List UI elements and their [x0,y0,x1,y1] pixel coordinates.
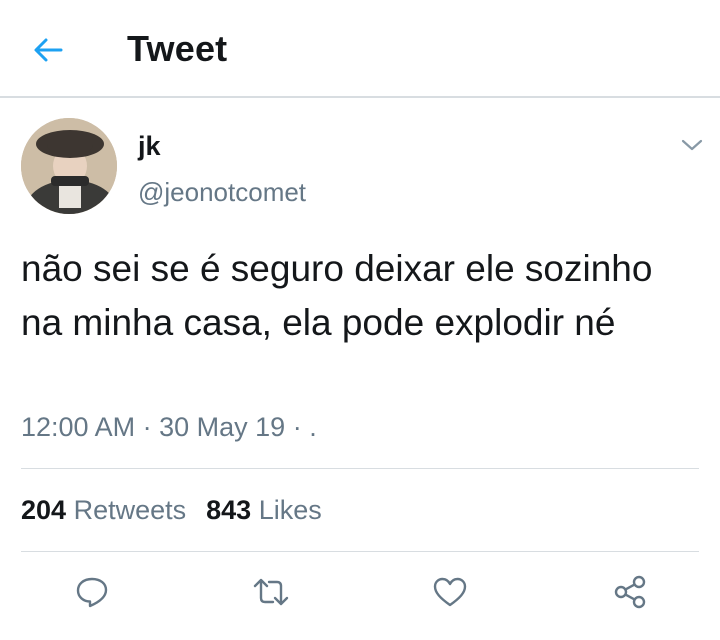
heart-icon [433,577,467,607]
tweet-stats: 204 Retweets 843 Likes [21,495,322,526]
share-button[interactable] [610,572,650,612]
likes-stat[interactable]: 843 Likes [206,495,322,525]
tweet-date: 30 May 19 [159,412,286,442]
retweet-button[interactable] [251,572,291,612]
like-label: Likes [258,495,322,525]
author-name[interactable]: jk [138,131,161,162]
retweets-stat[interactable]: 204 Retweets [21,495,186,525]
tweet-text: não sei se é seguro deixar ele sozinho n… [21,248,653,343]
retweet-count: 204 [21,495,67,525]
meta-separator-2: · [292,412,302,442]
tweet-menu-button[interactable] [678,134,706,156]
back-button[interactable] [28,30,68,70]
page-title: Tweet [127,28,228,69]
like-count: 843 [206,495,252,525]
meta-separator: · [142,412,152,442]
top-bar: Tweet [0,0,720,98]
divider [21,551,699,552]
retweet-icon [253,578,289,606]
tweet-time: 12:00 AM [21,412,136,442]
reply-icon [76,577,108,608]
reply-button[interactable] [72,572,112,612]
retweet-label: Retweets [73,495,187,525]
divider [21,468,699,469]
avatar[interactable] [21,118,117,214]
share-icon [614,575,646,609]
tweet-source[interactable]: . [309,412,317,442]
tweet-timestamp: 12:00 AM · 30 May 19 · . [21,412,317,443]
author-handle[interactable]: @jeonotcomet [138,177,306,208]
like-button[interactable] [430,572,470,612]
avatar-image [21,118,117,214]
arrow-left-icon [34,38,63,62]
chevron-down-icon [681,139,703,151]
